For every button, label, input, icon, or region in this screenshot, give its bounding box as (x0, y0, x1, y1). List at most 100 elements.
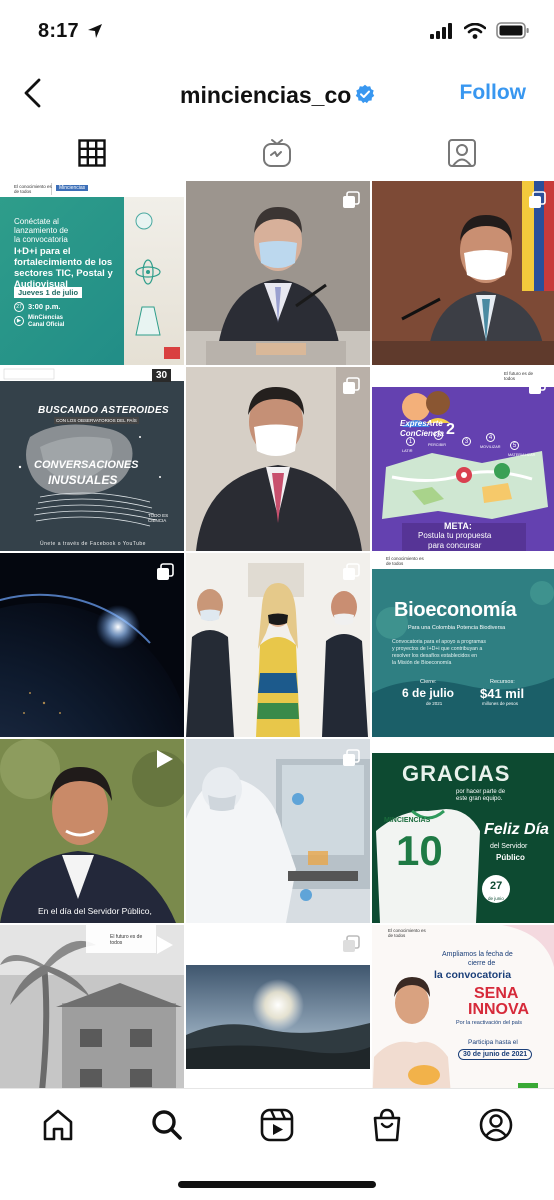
date-number: 27 (490, 880, 503, 892)
verified-badge-icon (355, 84, 375, 104)
tab-posts-grid[interactable] (0, 124, 184, 183)
intro-line: Conéctate al (14, 217, 59, 226)
post-thumbnail[interactable]: GRACIAS por hacer parte de este gran equ… (372, 739, 554, 923)
status-indicators (430, 22, 530, 39)
step-number: 4 (486, 433, 495, 442)
post-thumbnail[interactable] (186, 925, 370, 1088)
series-title: CONVERSACIONES (34, 459, 139, 471)
meta-text: Postula tu propuesta (418, 531, 492, 540)
step-label: MATERIALIZAR (508, 453, 536, 457)
headline-line: Ampliamos la fecha de (442, 951, 513, 958)
profile-header: minciencias_co Follow (0, 64, 554, 124)
shop-bag-icon[interactable] (369, 1107, 405, 1143)
post-thumbnail[interactable]: El futuro es de todos (0, 925, 184, 1088)
video-play-icon (157, 750, 173, 768)
meta-text: para concursar (428, 541, 482, 550)
close-year: de 2021 (426, 701, 443, 706)
title-line: I+D+i para el (14, 246, 71, 257)
step-label: PERCIBIR (428, 443, 446, 447)
close-label: Cierre: (420, 679, 437, 685)
post-thumbnail[interactable]: El conocimiento es de todos Minciencias … (0, 181, 184, 365)
publico-text: Público (496, 853, 525, 862)
post-subtitle: este gran equipo. (456, 796, 503, 802)
post-thumbnail[interactable] (372, 181, 554, 365)
del-servidor-text: del Servidor (490, 843, 528, 850)
tab-tagged[interactable] (370, 124, 554, 182)
post-thumbnail[interactable]: BUSCANDO ASTEROIDES CON LOS OBSERVATORIO… (0, 367, 184, 551)
brand-tag: Minciencias (56, 185, 89, 191)
innova-title: INNOVA (468, 1001, 530, 1018)
day-number: 27 (14, 302, 24, 312)
body-line: resolver los desafíos establecidos en (392, 653, 478, 659)
intro-line: lanzamiento de (14, 226, 69, 235)
carousel-icon (343, 935, 360, 952)
igtv-icon (263, 139, 291, 167)
post-subtitle: CON LOS OBSERVATORIOS DEL PAÍS (54, 417, 139, 424)
tagged-person-icon (448, 139, 476, 167)
deadline-date: 30 de junio de 2021 (458, 1049, 533, 1060)
feliz-dia-text: Feliz Día (484, 821, 549, 838)
follow-button[interactable]: Follow (460, 81, 527, 105)
post-thumbnail[interactable] (186, 739, 370, 923)
status-time: 8:17 (38, 20, 79, 42)
title-line: sectores TIC, Postal y (14, 268, 113, 279)
grid-icon (78, 139, 106, 167)
status-bar: 8:17 (0, 0, 554, 64)
post-title: Bioeconomía (394, 599, 517, 621)
bottom-navigation (0, 1088, 554, 1200)
post-thumbnail[interactable] (186, 553, 370, 737)
headline-line: la convocatoria (434, 969, 512, 981)
footer-text: Únete a través de Facebook o YouTube (40, 541, 146, 547)
carousel-icon (343, 377, 360, 394)
video-caption: En el día del Servidor Público, (38, 906, 152, 916)
channel-line: MinCiencias (28, 315, 64, 321)
event-time: 3:00 p.m. (28, 302, 61, 311)
battery-icon (496, 22, 529, 39)
post-thumbnail[interactable]: El futuro es de todos ExpresArte ConCien… (372, 367, 554, 551)
back-chevron-icon[interactable] (20, 76, 46, 110)
badge-number: 30 (152, 369, 172, 382)
home-icon[interactable] (40, 1107, 76, 1143)
search-icon[interactable] (149, 1107, 185, 1143)
sena-subtitle: Por la reactivación del país (456, 1020, 523, 1026)
post-thumbnail[interactable] (186, 367, 370, 551)
title-line: ExpresArte (400, 419, 443, 428)
post-thumbnail[interactable] (0, 553, 184, 737)
post-thumbnail[interactable] (186, 181, 370, 365)
title-line: fortalecimiento de los (14, 257, 113, 268)
brand-small-text: El futuro es de todos (110, 934, 143, 946)
body-line: la Misión de Bioeconomía (392, 660, 452, 666)
intro-line: la convocatoria (14, 235, 68, 244)
profile-avatar-icon[interactable] (478, 1107, 514, 1143)
logo-text: TODO ES CIENCIA (148, 513, 169, 523)
meta-label: META: (444, 521, 472, 531)
cellular-signal-icon (430, 22, 452, 39)
carousel-icon (529, 191, 546, 208)
carousel-icon (343, 191, 360, 208)
post-thumbnail[interactable]: El conocimiento es de todos Bioeconomía … (372, 553, 554, 737)
post-thumbnail[interactable]: Ampliamos la fecha de cierre de la convo… (372, 925, 554, 1088)
close-date: 6 de julio (402, 686, 455, 700)
funds-unit: millones de pesos (482, 701, 519, 706)
jersey-name: MINCIENCIAS (384, 817, 431, 824)
posts-grid: El conocimiento es de todos Minciencias … (0, 181, 554, 1088)
post-thumbnail[interactable]: En el día del Servidor Público, (0, 739, 184, 923)
brand-small-text: El conocimiento es de todos (14, 184, 52, 194)
profile-tabs (0, 124, 554, 183)
post-title: BUSCANDO ASTEROIDES (38, 405, 169, 416)
step-label: MOVILIZAR (480, 445, 501, 449)
post-title: GRACIAS (402, 761, 511, 786)
carousel-icon (343, 749, 360, 766)
reels-icon[interactable] (259, 1107, 295, 1143)
carousel-icon (529, 377, 546, 394)
location-arrow-icon (88, 24, 102, 38)
tab-igtv[interactable] (185, 124, 369, 182)
step-number: 3 (462, 437, 471, 446)
deadline-line: Participa hasta el (468, 1039, 518, 1046)
bioeconomy-background (372, 553, 554, 737)
funds-label: Recursos: (490, 679, 515, 685)
brand-small-text: El conocimiento es de todos (386, 556, 424, 566)
date-month: de junio (488, 896, 504, 901)
funds-value: $41 mil (480, 686, 525, 701)
step-number: 1 (406, 437, 415, 446)
